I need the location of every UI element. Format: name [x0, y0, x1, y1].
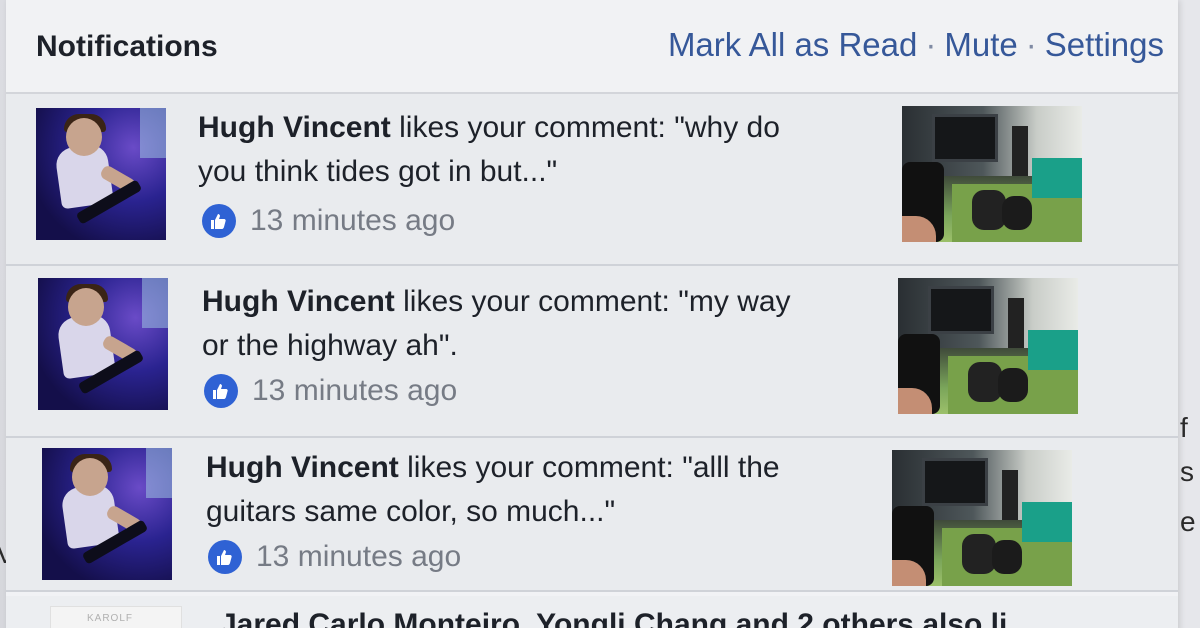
avatar[interactable] — [36, 108, 166, 240]
like-icon — [202, 204, 236, 238]
panel-title: Notifications — [36, 30, 218, 63]
notification-item[interactable]: Hugh Vincent likes your comment: "my way… — [6, 266, 1178, 438]
post-thumbnail[interactable] — [898, 278, 1078, 414]
timestamp: 13 minutes ago — [256, 540, 462, 573]
notification-item[interactable]: Hugh Vincent likes your comment: "alll t… — [6, 438, 1178, 592]
like-icon — [204, 374, 238, 408]
settings-link[interactable]: Settings — [1045, 26, 1164, 63]
notification-meta: 13 minutes ago — [204, 374, 457, 408]
notification-line: guitars same color, so much..." — [206, 495, 616, 528]
post-thumbnail[interactable] — [892, 450, 1072, 586]
notifications-panel: Notifications Mark All as Read · Mute · Sett… — [6, 0, 1178, 628]
avatar-text: KAROLF — [87, 613, 134, 624]
notification-line: likes your comment: "alll the — [398, 451, 780, 484]
user-name[interactable]: Hugh Vincent — [206, 451, 399, 484]
notification-line: you think tides got in but..." — [198, 155, 558, 188]
notification-item[interactable]: Hugh Vincent likes your comment: "why do… — [6, 94, 1178, 266]
user-name[interactable]: Hugh Vincent — [198, 111, 391, 144]
header-actions: Mark All as Read · Mute · Settings — [668, 26, 1164, 64]
background-text-fragment: f — [1180, 412, 1188, 443]
timestamp: 13 minutes ago — [250, 204, 456, 237]
timestamp: 13 minutes ago — [252, 374, 458, 407]
separator: · — [1025, 26, 1037, 63]
avatar[interactable]: KAROLF — [50, 606, 182, 628]
avatar[interactable] — [42, 448, 172, 580]
separator: · — [925, 26, 937, 63]
notification-meta: 13 minutes ago — [202, 204, 455, 238]
mute-link[interactable]: Mute — [944, 26, 1017, 63]
notification-text: Hugh Vincent likes your comment: "my way… — [202, 280, 862, 368]
background-text-fragment: e — [1180, 506, 1196, 537]
notification-meta: 13 minutes ago — [208, 540, 461, 574]
background-text-fragment: s — [1180, 456, 1194, 487]
screen: f s e V Notifications Mark All as Read·M… — [0, 0, 1200, 628]
notification-item-partial[interactable]: KAROLF Jared Carlo Monteiro, Yongli Chan… — [6, 596, 1178, 628]
notification-line: likes your comment: "why do — [390, 111, 780, 144]
notification-text: Jared Carlo Monteiro, Yongli Chang and 2… — [220, 608, 1008, 628]
notifications-header: Notifications Mark All as Read · Mute · Sett… — [6, 0, 1178, 94]
notification-line: or the highway ah". — [202, 329, 458, 362]
avatar[interactable] — [38, 278, 168, 410]
notification-text: Hugh Vincent likes your comment: "why do… — [198, 106, 858, 194]
post-thumbnail[interactable] — [902, 106, 1082, 242]
notification-line: likes your comment: "my way — [394, 285, 791, 318]
notification-text: Hugh Vincent likes your comment: "alll t… — [206, 446, 866, 534]
like-icon — [208, 540, 242, 574]
mark-all-read-link[interactable]: Mark All as Read — [668, 26, 917, 63]
user-name[interactable]: Hugh Vincent — [202, 285, 395, 318]
